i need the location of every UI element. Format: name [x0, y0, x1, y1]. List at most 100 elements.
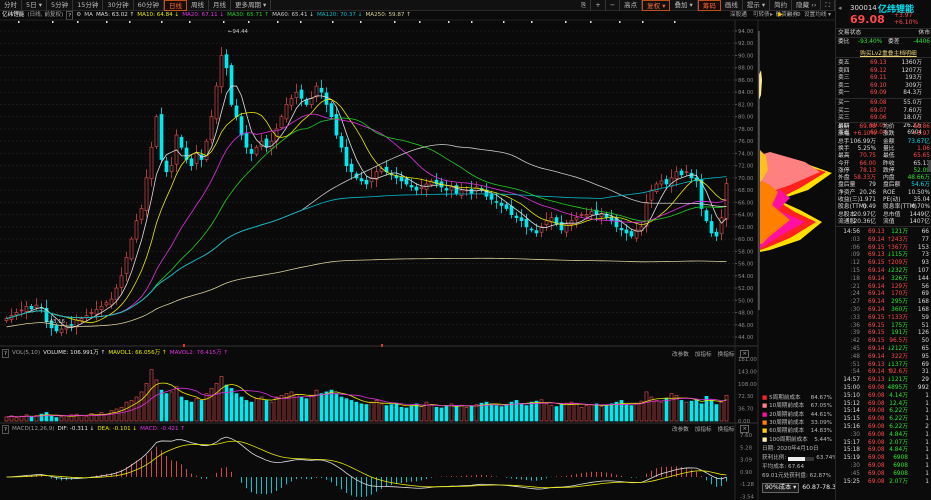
candle-up: [719, 217, 724, 235]
candle-down: [529, 228, 534, 231]
candle-down: [324, 92, 329, 105]
ma10-line: [6, 99, 727, 324]
event-marker: [248, 21, 250, 23]
event-marker: [332, 21, 334, 23]
price-axis-label: 72.00: [738, 164, 754, 170]
candle-up: [579, 214, 584, 216]
tick-time: 15:10: [843, 392, 860, 399]
volume-bar-up: [584, 405, 589, 422]
last-price: 69.08: [850, 13, 885, 26]
lv2-button[interactable]: 购买Lv2重叠主档明细: [860, 48, 917, 57]
tick-count: 50: [921, 338, 929, 345]
help-icon[interactable]: ?: [2, 349, 9, 358]
candle-up: [114, 287, 119, 301]
macd_panel-button-2[interactable]: 换指标: [718, 425, 735, 433]
chip-distribution-area: [759, 70, 762, 100]
chip-profit-row: 获利比例: 63.74%: [762, 455, 838, 462]
tick-volume: 133万: [891, 314, 908, 321]
profit-label: 获利比例:: [762, 455, 787, 461]
tick-price: 69.13: [868, 229, 885, 235]
tick-time: :51: [850, 361, 860, 368]
candle-down: [619, 227, 624, 231]
tick-time: 15:12: [843, 400, 860, 407]
tick-price: 69.14: [868, 369, 885, 376]
price-axis-label: 94.00: [738, 29, 754, 35]
tick-count: 59: [921, 314, 929, 321]
tick-row: :30 69.08 4.84万 1: [838, 431, 930, 439]
volume_panel-value-0: VOLUME: 106.991万 ↑: [43, 350, 106, 356]
candle-up: [79, 318, 84, 321]
stat-label: 流值: [883, 218, 895, 225]
tick-count: 95: [921, 353, 929, 360]
candle-down: [54, 325, 59, 332]
volume_panel-button-0[interactable]: 改参数: [672, 350, 689, 358]
volume-bar-down: [629, 405, 634, 422]
macd_panel-button-3[interactable]: ×: [740, 425, 750, 433]
candle-up: [294, 91, 299, 98]
trade-status-row: 交易状态 休市: [838, 29, 930, 37]
volume_panel-value-1: MAVOL1: 66.056万 ↑: [108, 350, 167, 356]
candle-down: [689, 172, 694, 179]
macd_panel-button-0[interactable]: 改参数: [672, 425, 689, 433]
volume-bar-down: [159, 389, 164, 422]
volume_panel-button-2[interactable]: 换指标: [718, 350, 735, 358]
volume-bar-up: [209, 388, 214, 422]
chip-legend-label: 20周期前成本: [769, 411, 805, 418]
tick-volume: 121万: [891, 377, 908, 384]
volume-bar-up: [64, 415, 69, 422]
candle-down: [629, 231, 634, 237]
candle-down: [399, 176, 404, 182]
volume-bar-up: [194, 398, 199, 422]
candle-down: [709, 221, 714, 234]
tick-count: 1: [925, 392, 929, 399]
tick-count: 144: [917, 275, 929, 282]
prev-stock-icon[interactable]: ◂: [838, 4, 842, 12]
tick-price: 69.08: [868, 470, 885, 477]
volume-bar-up: [119, 406, 124, 422]
tick-price: 69.08: [868, 463, 885, 469]
tick-volume: 212万: [891, 346, 908, 352]
volume-bar-down: [29, 416, 34, 422]
candle-down: [469, 189, 474, 194]
cost-range-row: 90%成本 ▾ 60.87-78.35: [762, 483, 840, 493]
tick-volume: 129万: [891, 283, 908, 290]
macd_panel-value-2: MACD: -0.421 ↑: [140, 426, 186, 432]
candle-down: [534, 230, 539, 234]
macd-axis-label: 7.60: [740, 433, 753, 439]
tick-row: :48 69.14 322万 95: [838, 353, 930, 361]
tick-count: 153: [917, 244, 929, 251]
volume-bar-down: [494, 405, 499, 422]
chip-legend-item: ■ 20周期前成本 44.61%: [762, 412, 832, 419]
candle-up: [219, 55, 224, 88]
price-axis-label: 60.00: [738, 237, 754, 243]
event-marker: [674, 21, 676, 23]
tick-row: :21 69.14 129万 56: [838, 283, 930, 291]
volume-axis-label: 108.00: [738, 382, 757, 388]
event-marker: [619, 21, 621, 23]
candle-up: [154, 116, 159, 147]
macd_panel-button-1[interactable]: 加指标: [695, 425, 712, 433]
volume-bar-up: [219, 376, 224, 422]
tick-row: :39 69.15 191万 126: [838, 329, 930, 337]
volume-bar-up: [379, 403, 384, 422]
volume-bar-down: [304, 398, 309, 422]
volume-bar-up: [369, 401, 374, 422]
chip-legend-label: 10周期前成本: [769, 403, 805, 410]
cost-select[interactable]: 90%成本 ▾: [762, 483, 800, 493]
tick-volume: 6.22万: [889, 416, 908, 423]
volume_panel-button-3[interactable]: ×: [740, 350, 750, 358]
tick-time: :36: [850, 322, 860, 329]
help-icon[interactable]: ?: [2, 425, 9, 434]
volume_panel-button-1[interactable]: 加指标: [695, 350, 712, 358]
tick-row: 15:14 69.08 6.22万 1: [838, 407, 930, 415]
tick-volume: 6.22万: [889, 408, 908, 415]
ma20-line: [6, 113, 727, 320]
volume-bar-down: [189, 401, 194, 422]
price-axis-label: 78.00: [738, 127, 754, 133]
volume-bar-down: [339, 396, 344, 422]
tick-count: 1: [925, 439, 929, 446]
tick-volume: 137万: [891, 361, 908, 368]
price-axis-label: 52.00: [738, 286, 754, 292]
volume-bar-up: [134, 396, 139, 422]
event-marker: [77, 21, 79, 23]
